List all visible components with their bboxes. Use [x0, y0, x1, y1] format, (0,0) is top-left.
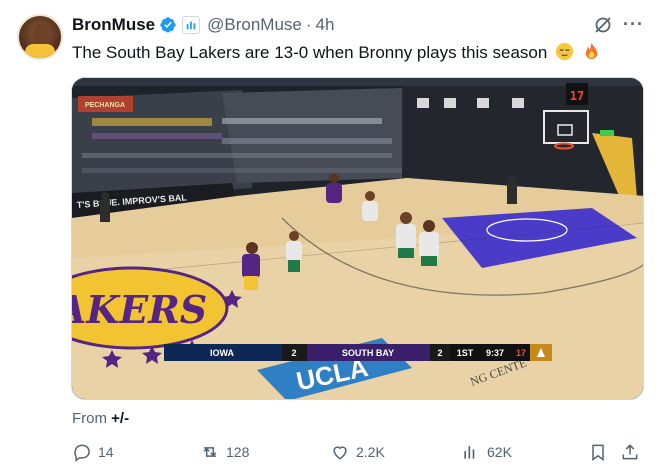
video-player[interactable]: PECHANGA 17 T'S BLUE. IMPROV'S BAL AKERS — [71, 77, 644, 400]
floor-logo-text: AKERS — [72, 287, 207, 332]
author-handle[interactable]: @BronMuse — [207, 15, 302, 35]
repost-icon — [203, 447, 217, 457]
team2-name: SOUTH BAY — [342, 348, 394, 358]
video-frame: PECHANGA 17 T'S BLUE. IMPROV'S BAL AKERS — [72, 78, 643, 399]
bookmark-button[interactable] — [588, 442, 614, 462]
affiliate-badge-icon[interactable] — [182, 16, 201, 34]
source-line: From +/- — [72, 410, 129, 427]
avatar-jersey — [25, 44, 55, 58]
view-count: 62K — [487, 444, 512, 460]
author-name[interactable]: BronMuse — [72, 15, 155, 35]
relieved-face-emoji-icon — [555, 42, 574, 61]
bookmark-icon — [592, 444, 604, 461]
tweet-header: BronMuse @BronMuse · 4h — [72, 13, 660, 37]
avatar-face — [33, 24, 49, 44]
tweet-text: The South Bay Lakers are 13-0 when Bronn… — [72, 42, 601, 63]
tweet-body: The South Bay Lakers are 13-0 when Bronn… — [72, 43, 548, 62]
reply-icon — [74, 444, 90, 462]
repost-button[interactable]: 128 — [200, 442, 249, 462]
share-icon — [622, 444, 638, 460]
grok-icon[interactable] — [593, 15, 613, 35]
team1-score: 2 — [291, 348, 296, 358]
views-button[interactable]: 62K — [461, 442, 512, 462]
shot-clock-top: 17 — [570, 89, 584, 103]
reply-button[interactable]: 14 — [72, 442, 114, 462]
shot-clock: 17 — [516, 348, 526, 358]
like-button[interactable]: 2.2K — [330, 442, 385, 462]
share-button[interactable] — [620, 442, 646, 462]
game-clock: 9:37 — [486, 348, 504, 358]
more-options-icon[interactable]: ··· — [623, 14, 644, 35]
heart-icon — [333, 446, 347, 460]
from-source-link[interactable]: +/- — [111, 410, 129, 427]
verified-badge-icon[interactable] — [159, 16, 177, 34]
repost-count: 128 — [226, 444, 250, 460]
analytics-icon — [464, 446, 475, 459]
from-label: From — [72, 410, 107, 427]
like-count: 2.2K — [356, 444, 385, 460]
team2-score: 2 — [437, 348, 442, 358]
tweet-actions: 14 128 2.2K 62K — [72, 442, 642, 466]
reply-count: 14 — [98, 444, 114, 460]
separator-dot: · — [305, 15, 312, 34]
team1-name: IOWA — [210, 348, 234, 358]
score-bug: IOWA 2 SOUTH BAY 2 1ST 9:37 17 — [164, 344, 552, 361]
ad-board-text: PECHANGA — [85, 102, 125, 109]
fire-emoji-icon — [582, 42, 601, 61]
author-avatar[interactable] — [17, 14, 63, 60]
timestamp[interactable]: 4h — [316, 15, 335, 35]
game-period: 1ST — [457, 348, 474, 358]
